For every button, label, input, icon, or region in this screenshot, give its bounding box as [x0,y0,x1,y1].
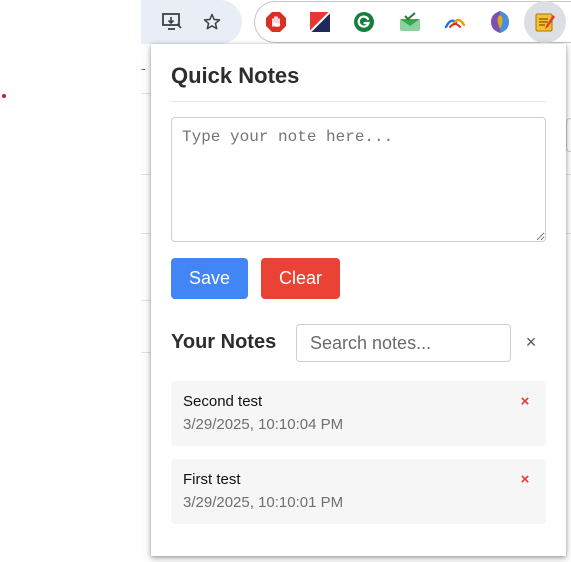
stop-hand-icon[interactable] [261,7,291,37]
page-divider [141,174,151,175]
search-input[interactable] [296,324,511,362]
arc-waves-icon[interactable] [440,7,470,37]
search-clear-icon[interactable]: × [522,332,540,352]
note-item: Second test 3/29/2025, 10:10:04 PM × [171,381,546,446]
page-divider [141,300,151,301]
page-divider [566,174,571,175]
quick-notes-popup: Quick Notes Save Clear Your Notes × Seco… [151,44,566,556]
bookmark-star-icon[interactable] [197,7,227,37]
omnibox-actions [141,0,242,44]
note-timestamp: 3/29/2025, 10:10:04 PM [183,416,344,433]
notes-heading: Your Notes [171,331,277,353]
note-text: First test [183,471,241,488]
save-button[interactable]: Save [171,258,248,299]
grammarly-icon[interactable] [349,7,379,37]
note-input[interactable] [171,117,546,242]
page-fragment: - [141,62,146,77]
install-app-icon[interactable] [157,7,187,37]
browser-window: - Quick Notes Type your note here... Sav… [0,0,571,562]
notepad-icon[interactable] [524,1,566,43]
popup-title: Quick Notes [171,63,300,88]
shield-gem-icon[interactable] [485,7,515,37]
delete-note-icon[interactable]: × [518,471,532,488]
check-mail-icon[interactable] [395,7,425,37]
page-divider [141,93,151,94]
delete-note-icon[interactable]: × [518,393,532,410]
page-divider [141,352,151,353]
page-dot [2,94,6,98]
page-fragment-box [566,118,571,152]
note-timestamp: 3/29/2025, 10:10:01 PM [183,494,344,511]
title-divider [171,101,546,102]
page-divider [141,233,151,234]
diagonal-flag-icon[interactable] [305,7,335,37]
note-item: First test 3/29/2025, 10:10:01 PM × [171,459,546,524]
clear-button[interactable]: Clear [261,258,340,299]
note-text: Second test [183,393,263,410]
page-divider [566,233,571,234]
